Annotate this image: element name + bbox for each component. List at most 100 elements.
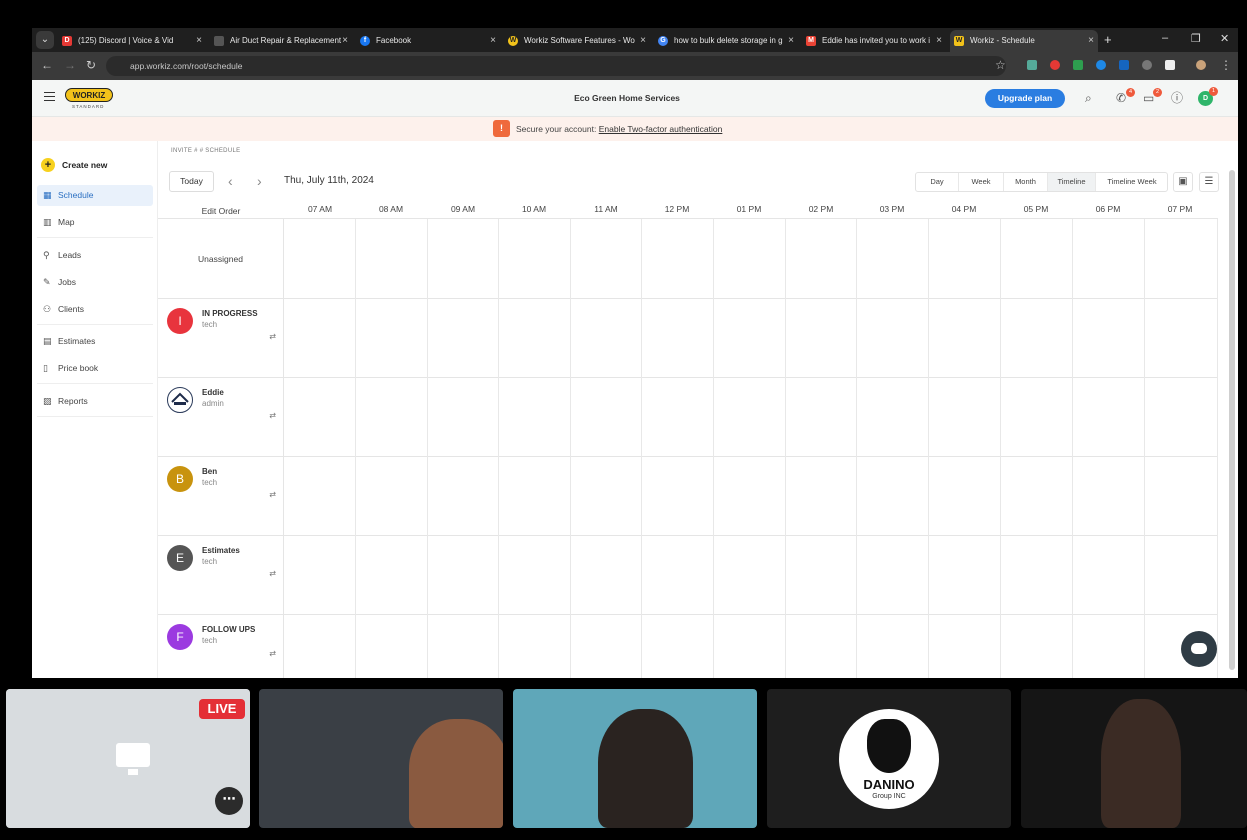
close-tab-icon[interactable]: ×: [640, 30, 646, 52]
minimize-icon[interactable]: –: [1162, 32, 1168, 44]
calendar-picker-icon[interactable]: ▣: [1173, 172, 1193, 192]
hamburger-menu-icon[interactable]: [44, 92, 55, 101]
close-tab-icon[interactable]: ×: [342, 30, 348, 52]
participant-video-tile[interactable]: [1021, 689, 1247, 828]
more-options-icon[interactable]: ⋯: [215, 787, 243, 815]
page-favicon-icon: [214, 36, 224, 46]
swap-icon[interactable]: ⇄: [269, 332, 276, 341]
view-month-button[interactable]: Month: [1004, 173, 1048, 191]
sidebar-item-map[interactable]: ▥ Map: [37, 212, 153, 233]
sidebar-item-price-book[interactable]: ▯ Price book: [37, 358, 153, 379]
browser-menu-icon[interactable]: ⋮: [1220, 58, 1232, 72]
logo-subtitle: Group INC: [872, 793, 906, 800]
close-window-icon[interactable]: ✕: [1220, 32, 1229, 45]
extension-icon[interactable]: [1027, 60, 1037, 70]
unassigned-row[interactable]: Unassigned: [158, 219, 1218, 299]
browser-tab[interactable]: f Facebook ×: [356, 30, 500, 52]
restore-icon[interactable]: ❐: [1191, 32, 1201, 45]
tab-search-dropdown[interactable]: ⌄: [36, 31, 54, 49]
unassigned-label: Unassigned: [158, 219, 284, 298]
tech-row[interactable]: I IN PROGRESS tech ⇄: [158, 299, 1218, 378]
browser-tab[interactable]: Air Duct Repair & Replacement ×: [210, 30, 352, 52]
browser-tab[interactable]: M Eddie has invited you to work i ×: [802, 30, 946, 52]
facebook-favicon-icon: f: [360, 36, 370, 46]
page-scrollbar[interactable]: [1229, 170, 1235, 670]
close-tab-icon[interactable]: ×: [788, 30, 794, 52]
extensions-puzzle-icon[interactable]: [1165, 60, 1175, 70]
back-icon[interactable]: ←: [41, 58, 53, 72]
grid-line: [1217, 219, 1218, 678]
address-bar[interactable]: app.workiz.com/root/schedule: [106, 56, 1006, 76]
grid-line: [1144, 219, 1145, 678]
browser-tab[interactable]: D (125) Discord | Voice & Vid ×: [58, 30, 206, 52]
sidebar-item-leads[interactable]: ⚲ Leads: [37, 245, 153, 266]
sidebar-item-label: Reports: [58, 396, 88, 406]
extension-icon[interactable]: [1119, 60, 1129, 70]
top-navbar: WORKIZ STANDARD Eco Green Home Services …: [32, 80, 1238, 117]
participant-video-tile[interactable]: [259, 689, 503, 828]
workiz-logo[interactable]: WORKIZ: [65, 88, 113, 102]
sidebar-item-jobs[interactable]: ✎ Jobs: [37, 272, 153, 293]
close-tab-icon[interactable]: ×: [490, 30, 496, 52]
screen-share-tile[interactable]: LIVE ⋯: [6, 689, 250, 828]
tech-row[interactable]: F FOLLOW UPS tech ⇄: [158, 615, 1218, 678]
today-button[interactable]: Today: [169, 171, 214, 192]
sheets-extension-icon[interactable]: [1073, 60, 1083, 70]
extension-icon[interactable]: [1096, 60, 1106, 70]
browser-tab[interactable]: G how to bulk delete storage in g ×: [654, 30, 798, 52]
view-day-button[interactable]: Day: [916, 173, 959, 191]
tab-title: Facebook: [376, 36, 412, 45]
participant-avatar-tile[interactable]: DANINO Group INC: [767, 689, 1011, 828]
close-tab-icon[interactable]: ×: [936, 30, 942, 52]
forward-icon[interactable]: →: [64, 58, 76, 72]
next-day-icon[interactable]: ›: [257, 172, 262, 190]
map-icon: ▥: [43, 217, 52, 227]
view-timeline-button[interactable]: Timeline: [1048, 173, 1096, 191]
meeting-participants-strip: LIVE ⋯ DANINO Group INC: [0, 683, 1247, 840]
upgrade-plan-button[interactable]: Upgrade plan: [985, 89, 1065, 108]
tech-avatar: B: [167, 466, 193, 492]
new-tab-icon[interactable]: +: [1104, 30, 1112, 50]
search-icon[interactable]: ⌕: [1085, 91, 1092, 105]
swap-icon[interactable]: ⇄: [269, 649, 276, 658]
edit-order-button[interactable]: Edit Order: [158, 200, 284, 219]
house-logo-icon: [171, 392, 189, 405]
profile-icon[interactable]: [1196, 60, 1206, 70]
hour-label: 10 AM: [521, 204, 547, 214]
tech-row[interactable]: B Ben tech ⇄: [158, 457, 1218, 536]
close-tab-icon[interactable]: ×: [1088, 30, 1094, 52]
help-icon[interactable]: ⓘ: [1171, 91, 1183, 105]
view-timeline-week-button[interactable]: Timeline Week: [1096, 173, 1168, 191]
tab-title: Air Duct Repair & Replacement: [230, 36, 342, 45]
extension-icon[interactable]: [1142, 60, 1152, 70]
create-new-button[interactable]: + Create new: [41, 157, 107, 173]
prev-day-icon[interactable]: ‹: [228, 172, 233, 190]
swap-icon[interactable]: ⇄: [269, 569, 276, 578]
bookmark-star-icon[interactable]: ☆: [995, 58, 1006, 72]
enable-2fa-link[interactable]: Enable Two-factor authentication: [599, 124, 723, 134]
browser-tab-active[interactable]: W Workiz - Schedule ×: [950, 30, 1098, 52]
estimate-icon: ▤: [43, 336, 52, 346]
tech-row[interactable]: Eddie admin ⇄: [158, 378, 1218, 457]
tech-row[interactable]: E Estimates tech ⇄: [158, 536, 1218, 615]
tech-name: FOLLOW UPS: [202, 625, 256, 634]
security-message: Secure your account: Enable Two-factor a…: [516, 124, 722, 134]
participant-video-tile[interactable]: [513, 689, 757, 828]
filter-settings-icon[interactable]: ☰: [1199, 172, 1219, 192]
browser-tab[interactable]: W Workiz Software Features - Wo ×: [504, 30, 650, 52]
swap-icon[interactable]: ⇄: [269, 490, 276, 499]
sidebar-item-schedule[interactable]: ▦ Schedule: [37, 185, 153, 206]
sidebar-item-estimates[interactable]: ▤ Estimates: [37, 331, 153, 352]
support-chat-icon[interactable]: [1181, 631, 1217, 667]
close-tab-icon[interactable]: ×: [196, 30, 202, 52]
view-week-button[interactable]: Week: [959, 173, 1004, 191]
sidebar-item-reports[interactable]: ▨ Reports: [37, 391, 153, 412]
sidebar-item-label: Map: [58, 217, 75, 227]
reload-icon[interactable]: ↻: [86, 58, 96, 72]
sidebar-item-label: Jobs: [58, 277, 76, 287]
swap-icon[interactable]: ⇄: [269, 411, 276, 420]
sidebar-item-clients[interactable]: ⚇ Clients: [37, 299, 153, 320]
phone-icon[interactable]: ✆: [1116, 91, 1126, 105]
extension-icon[interactable]: [1050, 60, 1060, 70]
sidebar-divider: [37, 383, 153, 384]
